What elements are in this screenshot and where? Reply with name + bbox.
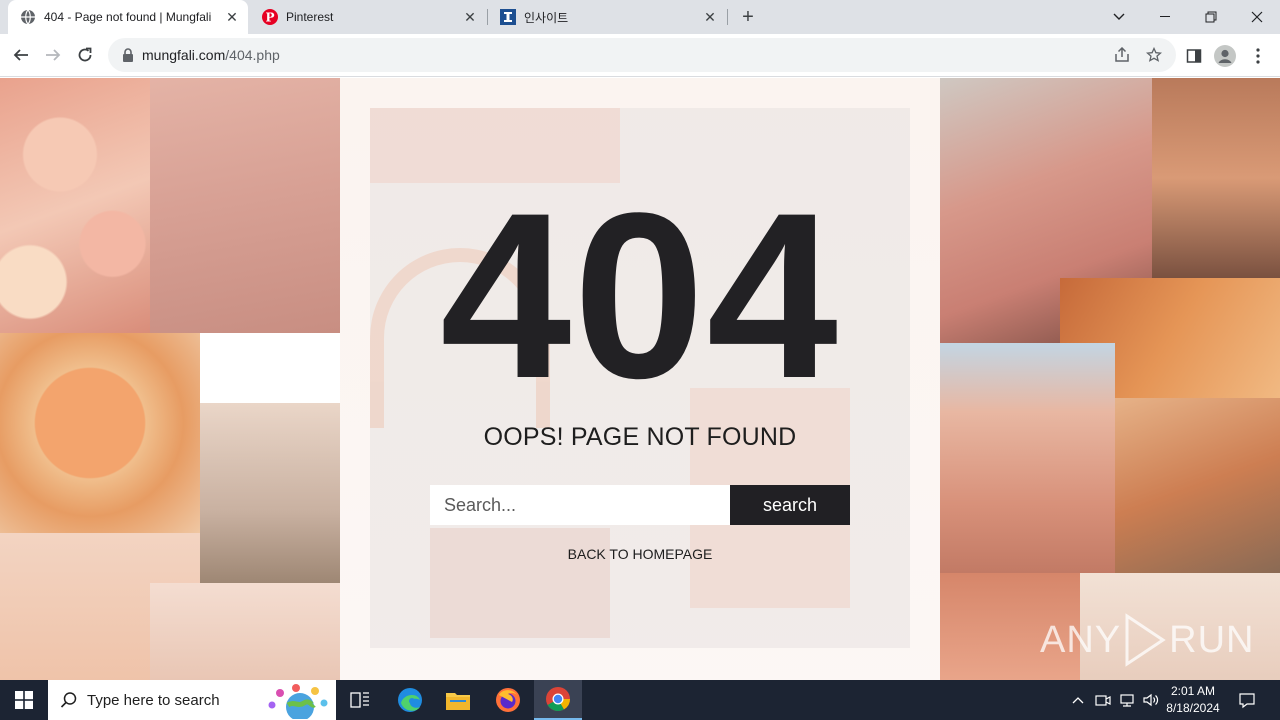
address-bar[interactable]: mungfali.com/404.php (108, 38, 1176, 72)
minimize-button[interactable] (1142, 0, 1188, 34)
chrome-icon (546, 687, 570, 712)
santorini-photo (940, 343, 1115, 573)
error-message: OOPS! PAGE NOT FOUND (483, 423, 797, 451)
browser-menu-icon[interactable] (1247, 45, 1269, 67)
road-trip-photo (1115, 398, 1280, 573)
tab-separator (727, 9, 728, 25)
taskbar-search-placeholder: Type here to search (87, 691, 220, 709)
weather-globe-icon (268, 684, 328, 719)
share-icon[interactable] (1113, 46, 1131, 64)
file-explorer-taskbar-button[interactable] (434, 680, 482, 720)
mirror-photo (150, 583, 340, 681)
anyrun-watermark: ANY RUN (1040, 612, 1254, 668)
volume-icon[interactable] (1140, 680, 1162, 720)
search-button[interactable]: search (730, 485, 850, 525)
market-photo (1152, 78, 1280, 278)
windows-taskbar: Type here to search 2:01 AM 8/18/2024 (0, 680, 1280, 720)
insight-icon (500, 9, 516, 25)
new-tab-button[interactable]: + (736, 5, 760, 29)
flower-photo (0, 333, 200, 533)
close-tab-icon[interactable]: ✕ (462, 9, 478, 25)
play-logo-icon (1125, 613, 1166, 667)
cactus-photo (200, 403, 340, 583)
back-button[interactable] (6, 40, 36, 70)
search-input[interactable] (430, 485, 730, 525)
bookmark-star-icon[interactable] (1145, 46, 1163, 64)
windows-logo-icon (15, 691, 33, 709)
edge-icon (398, 688, 422, 712)
meet-now-icon[interactable] (1092, 680, 1114, 720)
restore-button[interactable] (1188, 0, 1234, 34)
hand-shadow-photo (150, 78, 340, 333)
notifications-icon[interactable] (1234, 680, 1260, 720)
tab-title: 인사이트 (524, 10, 569, 25)
browser-toolbar: mungfali.com/404.php (0, 34, 1280, 77)
task-view-icon (350, 692, 369, 708)
url-text: mungfali.com/404.php (142, 47, 280, 63)
firefox-taskbar-button[interactable] (484, 680, 532, 720)
watermark-text-left: ANY (1040, 618, 1122, 661)
lock-icon[interactable] (120, 47, 136, 63)
clock-time: 2:01 AM (1170, 684, 1216, 698)
tab-mungfali[interactable]: 404 - Page not found | Mungfali ✕ (8, 0, 248, 34)
url-path: /404.php (225, 47, 280, 63)
file-explorer-icon (446, 693, 470, 710)
chrome-taskbar-button[interactable] (534, 680, 582, 720)
profile-avatar-icon[interactable] (1214, 45, 1236, 67)
page-content: 404 OOPS! PAGE NOT FOUND search BACK TO … (0, 78, 1280, 681)
taskbar-search-box[interactable]: Type here to search (48, 680, 336, 720)
error-code: 404 (440, 164, 840, 428)
edge-taskbar-button[interactable] (386, 680, 434, 720)
tab-search-chevron-icon[interactable] (1096, 0, 1142, 34)
tab-strip: 404 - Page not found | Mungfali ✕ P Pint… (0, 0, 1280, 34)
task-view-button[interactable] (336, 680, 384, 720)
tab-insight[interactable]: 인사이트 ✕ (488, 0, 726, 34)
close-window-button[interactable] (1234, 0, 1280, 34)
search-form: search (430, 485, 850, 525)
close-tab-icon[interactable]: ✕ (224, 9, 240, 25)
start-button[interactable] (0, 680, 48, 720)
clock-date: 8/18/2024 (1166, 701, 1220, 715)
svg-text:P: P (265, 11, 274, 25)
tab-title: Pinterest (286, 10, 334, 24)
url-domain: mungfali.com (142, 47, 226, 63)
side-panel-icon[interactable] (1183, 45, 1205, 67)
reload-button[interactable] (70, 40, 100, 70)
tab-title: 404 - Page not found | Mungfali (44, 10, 212, 24)
tab-pinterest[interactable]: P Pinterest ✕ (250, 0, 486, 34)
macarons-photo (0, 78, 150, 333)
search-icon (60, 692, 77, 708)
close-tab-icon[interactable]: ✕ (702, 9, 718, 25)
forward-button[interactable] (38, 40, 68, 70)
watermark-text-right: RUN (1169, 618, 1255, 661)
network-icon[interactable] (1116, 680, 1138, 720)
globe-icon (20, 9, 36, 25)
system-clock[interactable]: 2:01 AM 8/18/2024 (1160, 683, 1226, 717)
show-hidden-icons-chevron-icon[interactable] (1068, 680, 1088, 720)
back-to-homepage-link[interactable]: BACK TO HOMEPAGE (370, 546, 910, 562)
pinterest-icon: P (262, 9, 278, 25)
firefox-icon (496, 688, 520, 712)
